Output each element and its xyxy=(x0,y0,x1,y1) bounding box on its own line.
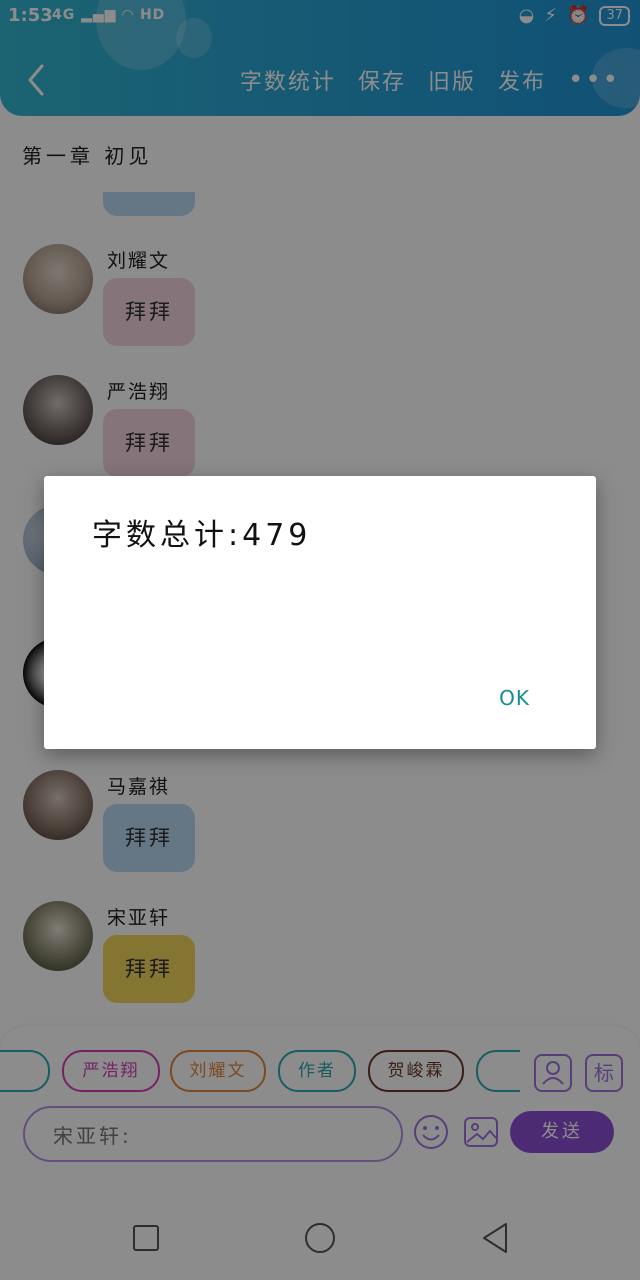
dialog-message: 字数总计:479 xyxy=(92,518,312,553)
ok-button[interactable]: OK xyxy=(499,686,530,710)
word-count-dialog: 字数总计:479 OK xyxy=(44,476,596,749)
